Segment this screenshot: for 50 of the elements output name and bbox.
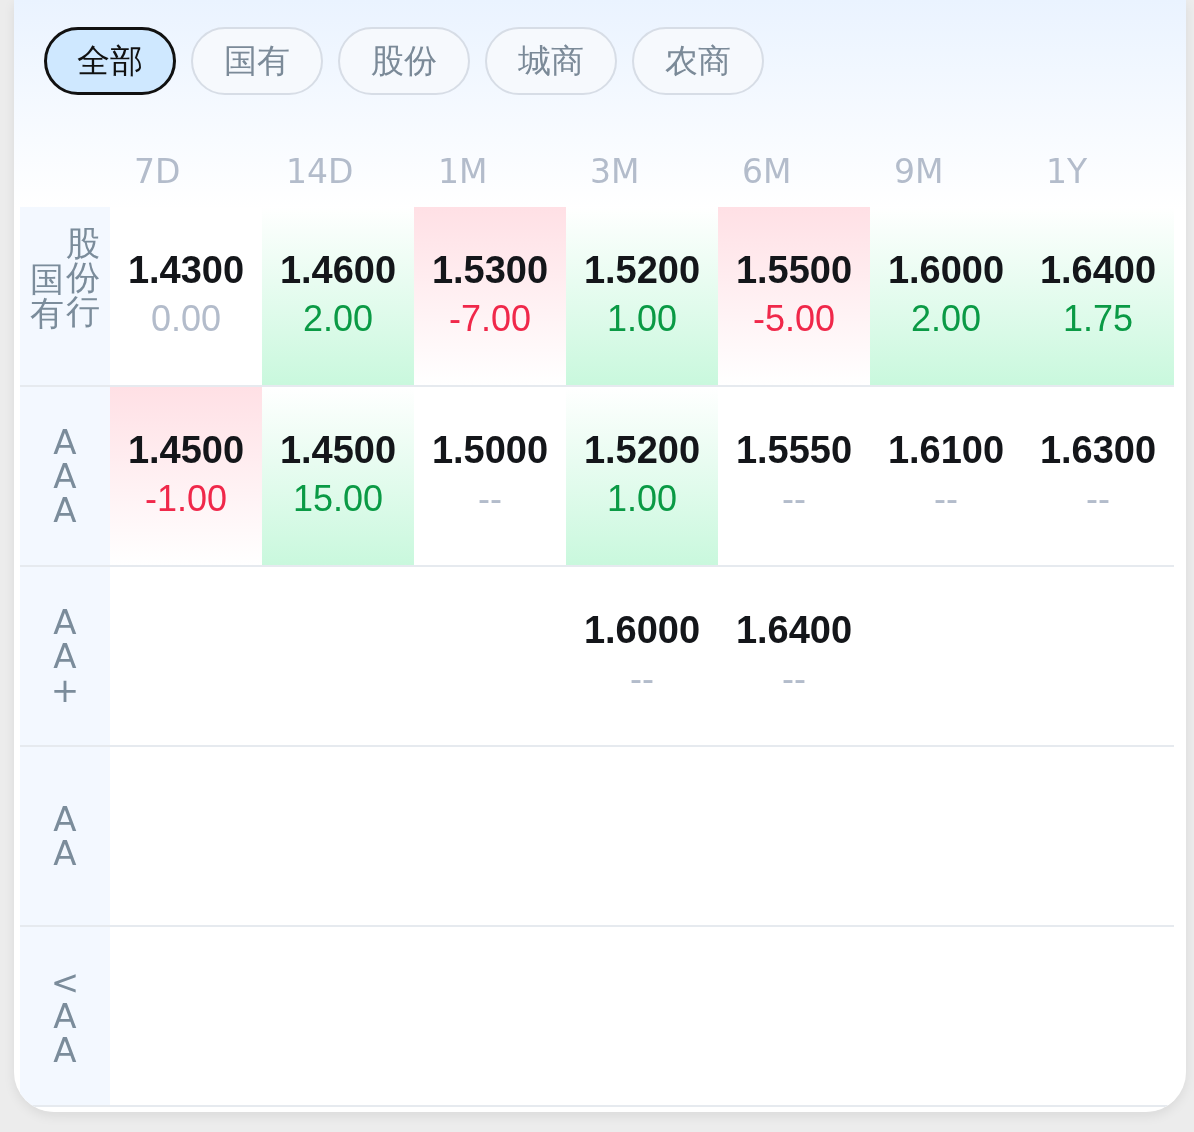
rate-change: --: [782, 477, 806, 521]
rate-change: 0.00: [150, 297, 222, 341]
rate-change: 15.00: [292, 477, 384, 521]
rate-value: 1.5200: [583, 248, 701, 293]
column-header: 3M: [589, 151, 641, 193]
rate-value: 1.5000: [431, 428, 549, 473]
row-label-text: AA+: [49, 605, 81, 707]
rate-value: 1.6000: [583, 608, 701, 653]
rate-change: 1.75: [1062, 297, 1134, 341]
rate-change: 1.00: [606, 297, 678, 341]
filter-tab[interactable]: 城商: [485, 27, 617, 95]
rate-change: -1.00: [144, 477, 228, 521]
rate-change: -5.00: [752, 297, 836, 341]
rate-value: 1.6400: [1039, 248, 1157, 293]
column-header: 9M: [893, 151, 945, 193]
row-label-text: AA: [52, 802, 78, 870]
filter-tab[interactable]: 股份: [338, 27, 470, 95]
rate-change: --: [478, 477, 502, 521]
rate-value: 1.6400: [735, 608, 853, 653]
rate-change: --: [934, 477, 958, 521]
rate-value: 1.6100: [887, 428, 1005, 473]
rate-value: 1.5550: [735, 428, 853, 473]
rate-value: 1.5200: [583, 428, 701, 473]
rate-change: 2.00: [910, 297, 982, 341]
column-header: 14D: [285, 151, 355, 193]
rate-value: 1.5500: [735, 248, 853, 293]
column-header: 7D: [133, 151, 182, 193]
column-header: 1M: [437, 151, 489, 193]
rate-value: 1.6300: [1039, 428, 1157, 473]
rate-value: 1.5300: [431, 248, 549, 293]
rate-change: --: [630, 657, 654, 701]
column-header: 6M: [741, 151, 793, 193]
filter-tab[interactable]: 国有: [191, 27, 323, 95]
row-label-text: 国有: [30, 262, 64, 330]
rate-change: 2.00: [302, 297, 374, 341]
column-header: 1Y: [1045, 151, 1089, 193]
rate-change: 1.00: [606, 477, 678, 521]
rate-value: 1.4300: [127, 248, 245, 293]
rate-change: --: [782, 657, 806, 701]
rate-change: -7.00: [448, 297, 532, 341]
filter-tab[interactable]: 全部: [44, 27, 176, 95]
row-label-text: 股份行: [66, 226, 100, 328]
row-label-text: <AA: [49, 965, 81, 1067]
row-label-text: AAA: [52, 425, 78, 527]
rate-value: 1.4500: [127, 428, 245, 473]
filter-tab[interactable]: 农商: [632, 27, 764, 95]
rate-value: 1.4600: [279, 248, 397, 293]
rate-value: 1.6000: [887, 248, 1005, 293]
rate-change: --: [1086, 477, 1110, 521]
rate-value: 1.4500: [279, 428, 397, 473]
